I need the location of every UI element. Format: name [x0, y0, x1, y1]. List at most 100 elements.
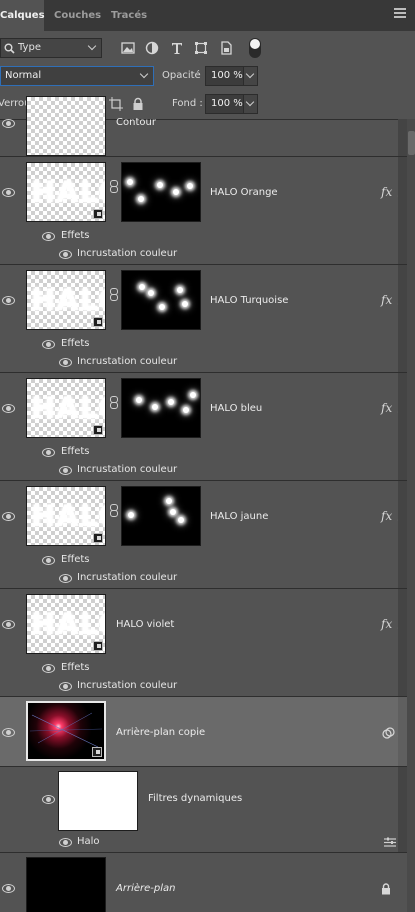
layer-row-halo-jaune[interactable]: HALO HALO jaune fx Effets Incrustation c…	[0, 481, 407, 589]
visibility-eye-icon[interactable]	[59, 466, 72, 475]
layer-name: HALO Turquoise	[210, 295, 289, 306]
layer-mask-thumbnail[interactable]	[121, 486, 201, 546]
halo-thumb-text: HALO	[31, 391, 105, 425]
layer-mask-thumbnail[interactable]	[121, 270, 201, 330]
opacity-value: 100 %	[211, 70, 243, 81]
effects-label: Effets	[61, 554, 90, 565]
layer-rail	[398, 265, 407, 372]
filter-blending-options-icon[interactable]	[383, 837, 397, 848]
chevron-down-icon	[139, 69, 149, 79]
type-filter-icon[interactable]	[169, 40, 185, 56]
opacity-input[interactable]: 100 %	[205, 66, 244, 86]
link-chain-icon[interactable]	[110, 396, 118, 410]
smart-object-badge-icon	[93, 533, 103, 543]
smart-object-filter-icon[interactable]	[218, 40, 234, 56]
layer-row-contour[interactable]: Contour	[0, 96, 407, 157]
visibility-eye-icon[interactable]	[59, 838, 72, 847]
layer-row-halo-turquoise[interactable]: HALO HALO Turquoise fx Effets Incrustati…	[0, 265, 407, 373]
visibility-eye-icon[interactable]	[59, 358, 72, 367]
visibility-eye-icon[interactable]	[59, 682, 72, 691]
filter-type-select[interactable]: Type	[0, 38, 102, 58]
visibility-eye-icon[interactable]	[42, 664, 55, 673]
scrollbar-thumb[interactable]	[408, 131, 415, 155]
visibility-eye-icon[interactable]	[42, 448, 55, 457]
blend-mode-select[interactable]: Normal	[0, 66, 154, 86]
visibility-eye-icon[interactable]	[42, 556, 55, 565]
lock-icon[interactable]	[381, 883, 391, 895]
visibility-eye-icon[interactable]	[2, 884, 15, 893]
tab-calques[interactable]: Calques	[0, 0, 45, 31]
visibility-eye-icon[interactable]	[59, 574, 72, 583]
visibility-eye-icon[interactable]	[2, 188, 15, 197]
smart-object-badge-icon	[93, 641, 103, 651]
visibility-eye-icon[interactable]	[59, 250, 72, 259]
lock-all-icon[interactable]	[131, 97, 145, 111]
adjustment-filter-icon[interactable]	[144, 40, 160, 56]
fill-input[interactable]: 100 %	[205, 94, 244, 114]
layer-thumbnail	[26, 857, 106, 912]
layer-thumbnail: HALO	[26, 162, 106, 222]
visibility-eye-icon[interactable]	[42, 340, 55, 349]
halo-thumb-text: HALO	[31, 283, 105, 317]
search-icon	[4, 43, 15, 54]
chevron-down-icon	[245, 69, 255, 79]
filter-toggle-switch[interactable]	[249, 38, 261, 58]
layer-mask-thumbnail[interactable]	[121, 378, 201, 438]
layer-name: HALO jaune	[210, 511, 269, 522]
layer-name: HALO violet	[116, 619, 175, 630]
layer-row-arriere-plan-copie[interactable]: Arrière-plan copie	[0, 697, 407, 767]
fx-icon[interactable]: fx	[381, 509, 392, 523]
visibility-eye-icon[interactable]	[2, 512, 15, 521]
fx-icon[interactable]: fx	[381, 293, 392, 307]
link-chain-icon[interactable]	[110, 180, 118, 194]
halo-thumb-text: HALO	[31, 607, 105, 641]
effect-name: Incrustation couleur	[77, 572, 178, 583]
link-chain-icon[interactable]	[110, 288, 118, 302]
tab-couches[interactable]: Couches	[54, 0, 101, 31]
opacity-dropdown-button[interactable]	[243, 66, 258, 86]
chevron-down-icon	[87, 41, 97, 51]
visibility-eye-icon[interactable]	[2, 119, 15, 128]
fx-icon[interactable]: fx	[381, 185, 392, 199]
layer-name: HALO Orange	[210, 187, 278, 198]
scrollbar-track[interactable]	[407, 119, 415, 912]
smart-object-badge-icon	[93, 317, 103, 327]
effect-name: Incrustation couleur	[77, 356, 178, 367]
link-chain-icon[interactable]	[110, 504, 118, 518]
layer-name: Contour	[116, 117, 156, 128]
fx-icon[interactable]: fx	[381, 617, 392, 631]
effects-label: Effets	[61, 662, 90, 673]
effect-name: Incrustation couleur	[77, 248, 178, 259]
visibility-eye-icon[interactable]	[2, 296, 15, 305]
visibility-eye-icon[interactable]	[2, 404, 15, 413]
fx-icon[interactable]: fx	[381, 401, 392, 415]
panel-menu-icon[interactable]	[393, 6, 407, 20]
smart-object-badge-icon	[92, 747, 102, 757]
effect-name: Incrustation couleur	[77, 464, 178, 475]
layer-row-halo-orange[interactable]: HALO HALO Orange fx Effets Incrustation …	[0, 157, 407, 265]
fill-dropdown-button[interactable]	[243, 94, 258, 114]
smart-filter-mask-thumbnail[interactable]	[58, 771, 138, 831]
layer-row-halo-violet[interactable]: HALO HALO violet fx Effets Incrustation …	[0, 589, 407, 697]
layer-row-halo-bleu[interactable]: HALO HALO bleu fx Effets Incrustation co…	[0, 373, 407, 481]
shape-filter-icon[interactable]	[193, 40, 209, 56]
tab-traces[interactable]: Tracés	[111, 0, 147, 31]
effects-label: Effets	[61, 230, 90, 241]
layer-rail	[398, 589, 407, 696]
layer-thumbnail: HALO	[26, 378, 106, 438]
lock-artboard-icon[interactable]	[109, 97, 123, 111]
layer-mask-thumbnail[interactable]	[121, 162, 201, 222]
layer-thumbnail: HALO	[26, 594, 106, 654]
fill-value: 100 %	[211, 98, 243, 109]
smart-filters-row[interactable]: Filtres dynamiques Halo	[0, 767, 407, 853]
layer-row-arriere-plan[interactable]: Arrière-plan	[0, 853, 407, 912]
layer-thumbnail: HALO	[26, 486, 106, 546]
visibility-eye-icon[interactable]	[2, 620, 15, 629]
layer-thumbnail	[26, 701, 106, 761]
visibility-eye-icon[interactable]	[2, 728, 15, 737]
layer-rail	[398, 373, 407, 480]
visibility-eye-icon[interactable]	[42, 795, 55, 804]
image-filter-icon[interactable]	[120, 40, 136, 56]
smart-filter-icon[interactable]	[382, 727, 395, 740]
visibility-eye-icon[interactable]	[42, 232, 55, 241]
